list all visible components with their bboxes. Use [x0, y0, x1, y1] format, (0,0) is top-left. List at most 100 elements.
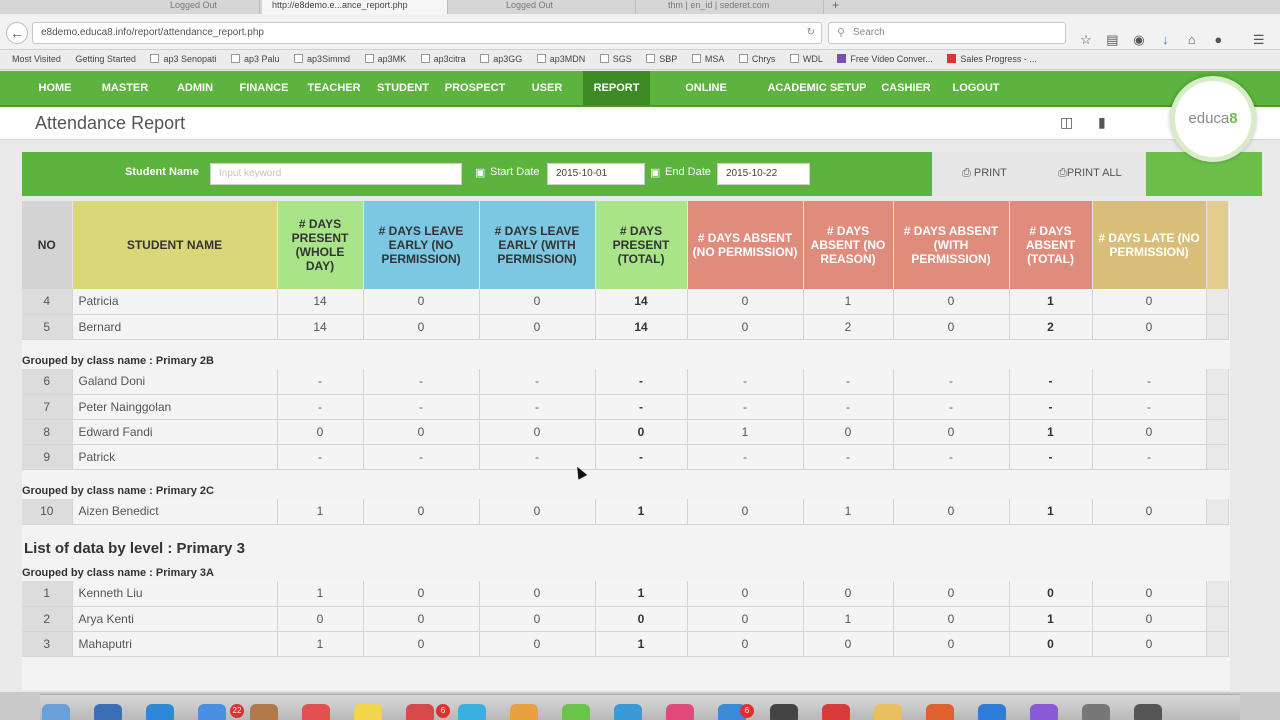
bookmark-item[interactable]: ap3Simmd — [294, 50, 350, 68]
count-cell: 0 — [1092, 581, 1207, 607]
count-cell: 1 — [595, 631, 688, 657]
browser-tab-active[interactable]: http://e8demo.e...ance_report.php — [262, 0, 448, 14]
bookmark-item[interactable]: ap3 Palu — [231, 50, 280, 68]
reload-icon[interactable]: ↻ — [807, 23, 815, 43]
dock-app-icon[interactable] — [978, 704, 1006, 720]
bookmark-item[interactable]: ap3GG — [480, 50, 522, 68]
nav-student[interactable]: STUDENT — [370, 71, 436, 105]
url-input[interactable]: e8demo.educa8.info/report/attendance_rep… — [32, 22, 822, 44]
dock-app-icon[interactable] — [94, 704, 122, 720]
browser-tab[interactable]: Logged Out — [450, 0, 636, 14]
reading-list-icon[interactable]: ▤ — [1101, 30, 1123, 50]
fullscreen-icon[interactable]: ◫ — [1060, 114, 1073, 131]
table-row[interactable]: 6 Galand Doni - - - - - - - - - — [22, 369, 1229, 395]
table-row[interactable]: 7 Peter Nainggolan - - - - - - - - - — [22, 394, 1229, 420]
nav-online-learning[interactable]: ONLINE LEARNING — [656, 71, 756, 128]
dock-app-icon[interactable] — [562, 704, 590, 720]
table-row[interactable]: 1 Kenneth Liu 1 0 0 1 0 0 0 0 0 — [22, 581, 1229, 607]
dock-app-icon[interactable] — [1082, 704, 1110, 720]
browser-search-input[interactable]: ⚲ Search — [828, 22, 1066, 44]
bookmark-item[interactable]: MSA — [691, 50, 724, 68]
dock-app-icon[interactable] — [874, 704, 902, 720]
dock-app-icon[interactable] — [146, 704, 174, 720]
dock-app-icon[interactable] — [42, 704, 70, 720]
dock-app-icon[interactable] — [666, 704, 694, 720]
count-cell: 0 — [277, 419, 364, 445]
bookmark-item[interactable]: Chrys — [738, 50, 775, 68]
nav-admin[interactable]: ADMIN — [166, 71, 224, 105]
table-row[interactable]: 2 Arya Kenti 0 0 0 0 0 1 0 1 0 — [22, 606, 1229, 632]
dock-app-icon[interactable] — [822, 704, 850, 720]
student-name-cell: Patricia — [72, 289, 278, 315]
nav-user[interactable]: USER — [520, 71, 574, 105]
nav-finance[interactable]: FINANCE — [232, 71, 296, 105]
dock-app-icon[interactable] — [926, 704, 954, 720]
browser-tab[interactable]: Logged Out — [0, 0, 260, 14]
dock-app-icon[interactable] — [250, 704, 278, 720]
count-cell: - — [803, 444, 894, 470]
dock-app-icon[interactable] — [770, 704, 798, 720]
browser-tab[interactable]: thm | en_id | sederet.com — [638, 0, 824, 14]
nav-master[interactable]: MASTER — [92, 71, 158, 105]
bookmark-item[interactable]: ap3citra — [420, 50, 466, 68]
dock-app-icon[interactable] — [198, 704, 226, 720]
student-name-input[interactable]: Input keyword — [210, 163, 462, 185]
dock-app-icon[interactable] — [458, 704, 486, 720]
table-row[interactable]: 4 Patricia 14 0 0 14 0 1 0 1 0 — [22, 289, 1229, 315]
table-row[interactable]: 5 Bernard 14 0 0 14 0 2 0 2 0 — [22, 314, 1229, 340]
count-cell: - — [363, 394, 480, 420]
bookmark-item[interactable]: ap3MK — [364, 50, 406, 68]
nav-cashier[interactable]: CASHIER — [878, 71, 934, 105]
level-heading-row: List of data by level : Primary 3 — [22, 524, 1228, 561]
home-icon[interactable]: ⌂ — [1181, 30, 1203, 50]
count-cell: - — [687, 369, 804, 395]
dock-app-icon[interactable] — [302, 704, 330, 720]
table-row[interactable]: 10 Aizen Benedict 1 0 0 1 0 1 0 1 0 — [22, 499, 1229, 525]
count-cell: 0 — [277, 606, 364, 632]
new-tab-icon[interactable]: + — [832, 0, 839, 11]
menu-icon[interactable]: ☰ — [1248, 30, 1270, 50]
bookmark-star-icon[interactable]: ☆ — [1075, 30, 1097, 50]
dock-app-icon[interactable] — [406, 704, 434, 720]
row-filler — [1206, 289, 1229, 315]
bookmark-item[interactable]: ap3 Senopati — [150, 50, 216, 68]
row-number: 10 — [22, 499, 73, 525]
table-row[interactable]: 3 Mahaputri 1 0 0 1 0 0 0 0 0 — [22, 631, 1229, 657]
print-button[interactable]: ⎙ PRINT — [962, 167, 1007, 180]
bookmark-item[interactable]: Sales Progress - ... — [947, 50, 1037, 68]
dock-app-icon[interactable] — [1134, 704, 1162, 720]
bookmark-item[interactable]: SGS — [599, 50, 632, 68]
browser-tab-bar: Logged Out http://e8demo.e...ance_report… — [0, 0, 1280, 14]
count-cell: 0 — [893, 499, 1010, 525]
trash-icon[interactable]: ▮ — [1098, 114, 1106, 131]
start-date-input[interactable]: 2015-10-01 — [547, 163, 645, 185]
nav-academic-setup[interactable]: ACADEMIC SETUP — [766, 71, 868, 105]
bookmark-item[interactable]: Most Visited — [12, 50, 61, 68]
table-row[interactable]: 9 Patrick - - - - - - - - - — [22, 444, 1229, 470]
download-icon[interactable]: ↓ — [1154, 30, 1176, 50]
bookmark-item[interactable]: Free Video Conver... — [837, 50, 933, 68]
bookmark-item[interactable]: Getting Started — [75, 50, 136, 68]
nav-teacher[interactable]: TEACHER — [302, 71, 366, 105]
nav-logout[interactable]: LOGOUT — [948, 71, 1004, 105]
print-all-button[interactable]: ⎙PRINT ALL — [1058, 167, 1122, 180]
end-date-input[interactable]: 2015-10-22 — [717, 163, 810, 185]
dock-app-icon[interactable] — [510, 704, 538, 720]
nav-report[interactable]: REPORT — [583, 71, 650, 105]
dock-app-icon[interactable] — [614, 704, 642, 720]
pocket-icon[interactable]: ◉ — [1128, 30, 1150, 50]
back-icon[interactable]: ← — [6, 22, 28, 44]
group-heading: Grouped by class name : Primary 3A — [22, 567, 214, 579]
bookmark-item[interactable]: SBP — [646, 50, 677, 68]
page-title: Attendance Report — [35, 113, 186, 133]
nav-prospect[interactable]: PROSPECT — [440, 71, 510, 105]
table-row[interactable]: 8 Edward Fandi 0 0 0 0 1 0 0 1 0 — [22, 419, 1229, 445]
calendar-icon: ▣ — [475, 167, 486, 179]
nav-home[interactable]: HOME — [25, 71, 85, 105]
bookmark-item[interactable]: WDL — [789, 50, 823, 68]
bookmark-item[interactable]: ap3MDN — [536, 50, 585, 68]
addon-icon[interactable]: ● — [1207, 30, 1229, 50]
dock-app-icon[interactable] — [354, 704, 382, 720]
dock-app-icon[interactable] — [1030, 704, 1058, 720]
count-cell: 1 — [1009, 419, 1093, 445]
